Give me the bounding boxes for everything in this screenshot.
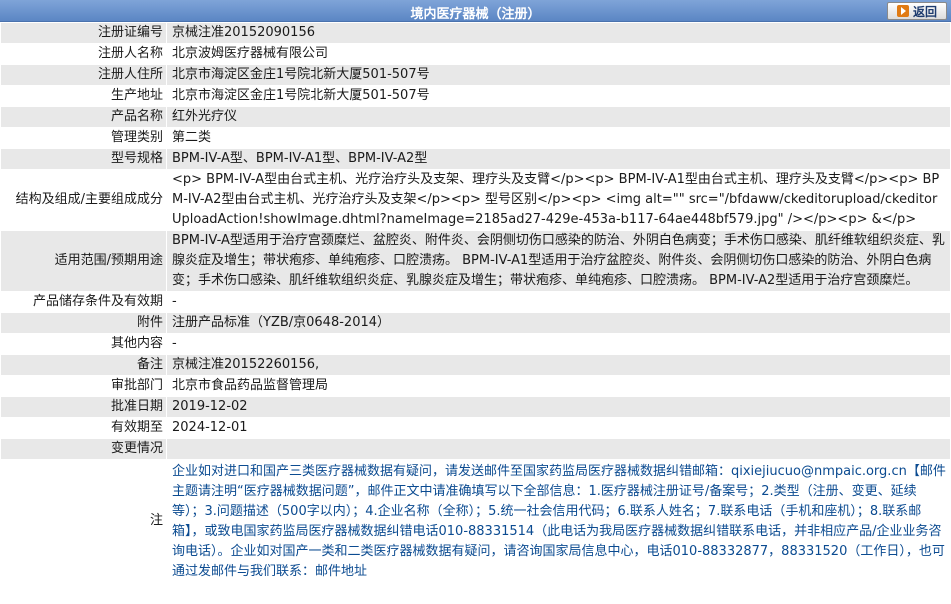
field-label: 产品名称 [0, 106, 167, 128]
field-value: 京械注准20152090156 [166, 22, 951, 44]
table-row: 产品名称 红外光疗仪 [0, 106, 951, 128]
field-value: 北京市海淀区金庄1号院北新大厦501-507号 [166, 64, 951, 86]
field-label: 审批部门 [0, 375, 167, 397]
field-value: 京械注准20152260156, [166, 354, 951, 376]
field-value: 北京波姆医疗器械有限公司 [166, 43, 951, 65]
field-value: 红外光疗仪 [166, 106, 951, 128]
field-value: 2024-12-01 [166, 417, 951, 439]
field-label: 结构及组成/主要组成成分 [0, 169, 167, 231]
table-row: 有效期至 2024-12-01 [0, 417, 951, 439]
table-row: 结构及组成/主要组成成分 <p> BPM-IV-A型由台式主机、光疗治疗头及支架… [0, 169, 951, 231]
table-row: 批准日期 2019-12-02 [0, 396, 951, 418]
field-label: 批准日期 [0, 396, 167, 418]
field-label: 产品储存条件及有效期 [0, 291, 167, 313]
table-row: 生产地址 北京市海淀区金庄1号院北新大厦501-507号 [0, 85, 951, 107]
table-row: 备注 京械注准20152260156, [0, 354, 951, 376]
field-value: 第二类 [166, 127, 951, 149]
note-label: 注 [0, 459, 167, 583]
field-value: BPM-IV-A型、BPM-IV-A1型、BPM-IV-A2型 [166, 148, 951, 170]
table-row: 产品储存条件及有效期 - [0, 291, 951, 313]
field-label: 附件 [0, 312, 167, 334]
back-button[interactable]: 返回 [887, 2, 947, 20]
back-arrow-icon [896, 5, 909, 17]
table-row: 注册证编号 京械注准20152090156 [0, 22, 951, 44]
field-value: 北京市海淀区金庄1号院北新大厦501-507号 [166, 85, 951, 107]
table-row: 注册人名称 北京波姆医疗器械有限公司 [0, 43, 951, 65]
field-value: - [166, 333, 951, 355]
table-row: 型号规格 BPM-IV-A型、BPM-IV-A1型、BPM-IV-A2型 [0, 148, 951, 170]
field-value: - [166, 291, 951, 313]
table-row: 注册人住所 北京市海淀区金庄1号院北新大厦501-507号 [0, 64, 951, 86]
notice-text: 企业如对进口和国产三类医疗器械数据有疑问，请发送邮件至国家药监局医疗器械数据纠错… [166, 459, 951, 583]
table-row: 管理类别 第二类 [0, 127, 951, 149]
change-value [166, 438, 951, 460]
page-title: 境内医疗器械（注册） [410, 7, 541, 22]
field-label: 生产地址 [0, 85, 167, 107]
field-label: 注册人名称 [0, 43, 167, 65]
table-row: 适用范围/预期用途 BPM-IV-A型适用于治疗宫颈糜烂、盆腔炎、附件炎、会阴侧… [0, 230, 951, 292]
table-row: 附件 注册产品标准（YZB/京0648-2014） [0, 312, 951, 334]
field-label: 其他内容 [0, 333, 167, 355]
field-label: 注册人住所 [0, 64, 167, 86]
change-label: 变更情况 [0, 438, 167, 460]
table-row: 其他内容 - [0, 333, 951, 355]
field-label: 型号规格 [0, 148, 167, 170]
field-value: 北京市食品药品监督管理局 [166, 375, 951, 397]
note-row: 注 企业如对进口和国产三类医疗器械数据有疑问，请发送邮件至国家药监局医疗器械数据… [0, 459, 951, 583]
field-label: 注册证编号 [0, 22, 167, 44]
title-bar: 境内医疗器械（注册） 返回 [0, 0, 951, 22]
field-value: <p> BPM-IV-A型由台式主机、光疗治疗头及支架、理疗头及支臂</p><p… [166, 169, 951, 231]
field-value: 注册产品标准（YZB/京0648-2014） [166, 312, 951, 334]
back-button-label: 返回 [912, 4, 937, 19]
table-row: 审批部门 北京市食品药品监督管理局 [0, 375, 951, 397]
field-label: 管理类别 [0, 127, 167, 149]
field-label: 适用范围/预期用途 [0, 230, 167, 292]
detail-table: 注册证编号 京械注准20152090156 注册人名称 北京波姆医疗器械有限公司… [0, 22, 951, 583]
field-label: 有效期至 [0, 417, 167, 439]
field-label: 备注 [0, 354, 167, 376]
field-value: 2019-12-02 [166, 396, 951, 418]
change-row: 变更情况 [0, 438, 951, 460]
field-value: BPM-IV-A型适用于治疗宫颈糜烂、盆腔炎、附件炎、会阴侧切伤口感染的防治、外… [166, 230, 951, 292]
